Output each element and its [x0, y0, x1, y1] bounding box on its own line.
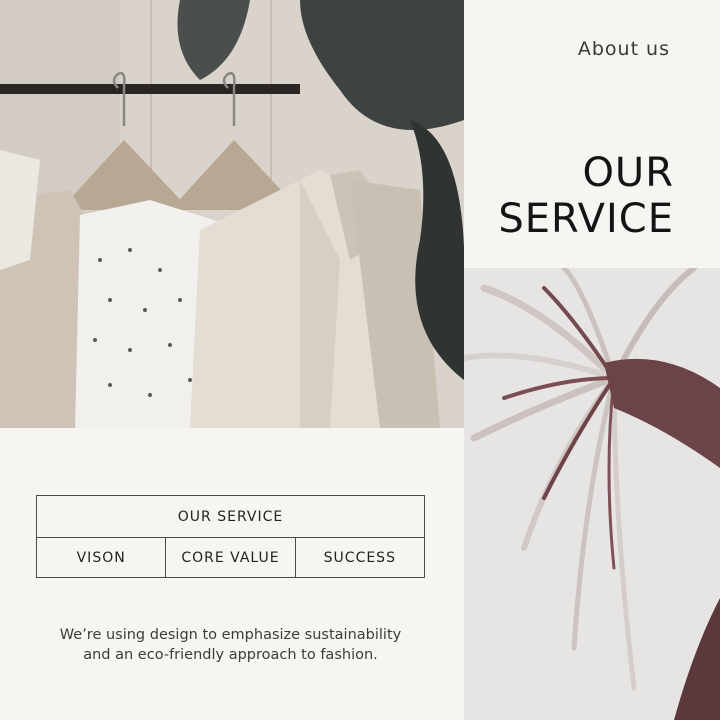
service-table-heading: OUR SERVICE: [37, 496, 424, 538]
clothes-rack-photo: [0, 0, 464, 428]
tagline: We’re using design to emphasize sustaina…: [36, 625, 425, 665]
flower-photo: [464, 268, 720, 720]
tagline-line-1: We’re using design to emphasize sustaina…: [59, 627, 402, 643]
title-line-1: OUR: [582, 150, 674, 196]
service-table-row: VISON CORE VALUE SUCCESS: [37, 538, 424, 578]
service-item-core-value[interactable]: CORE VALUE: [166, 538, 296, 578]
service-item-success[interactable]: SUCCESS: [296, 538, 424, 578]
about-us-link[interactable]: About us: [578, 38, 670, 60]
service-table: OUR SERVICE VISON CORE VALUE SUCCESS: [36, 495, 425, 578]
title-line-2: SERVICE: [498, 196, 674, 242]
tagline-line-2: and an eco-friendly approach to fashion.: [83, 647, 378, 663]
service-item-vision[interactable]: VISON: [37, 538, 167, 578]
page-title: OUR SERVICE: [498, 150, 674, 242]
